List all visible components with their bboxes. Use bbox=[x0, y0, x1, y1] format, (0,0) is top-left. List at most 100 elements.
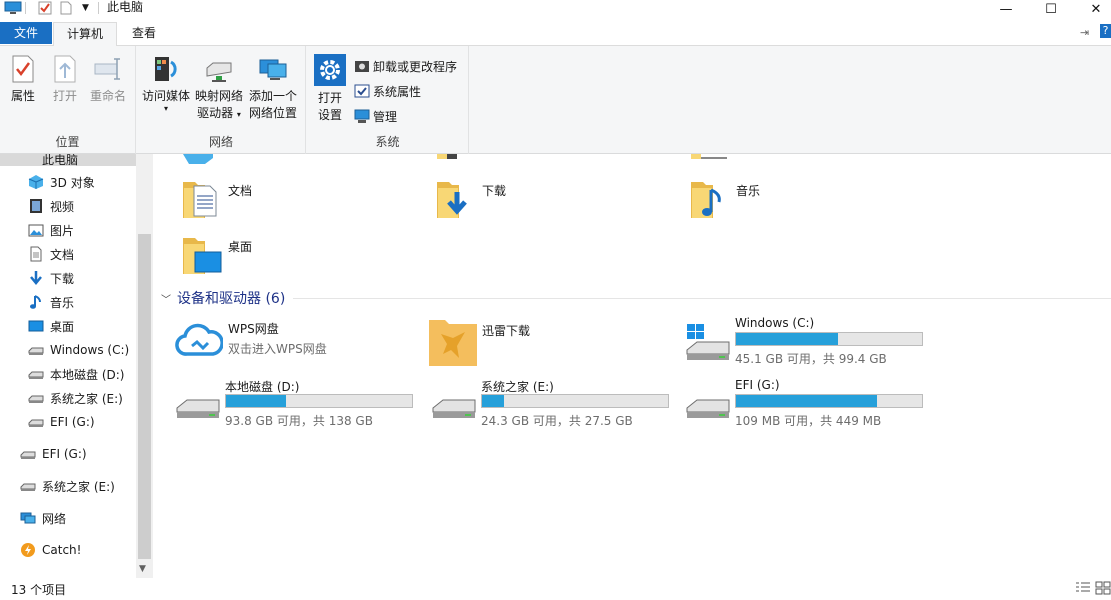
open-button[interactable]: 打开 bbox=[48, 54, 82, 105]
minimize-button[interactable]: — bbox=[986, 0, 1026, 18]
sidebar-item-label: EFI (G:) bbox=[42, 447, 87, 461]
drive-icon bbox=[28, 395, 44, 403]
system-group-label: 系统 bbox=[375, 135, 400, 149]
properties-button[interactable]: 属性 bbox=[6, 54, 40, 105]
navigation-pane: 此电脑 3D 对象 视频 图片 文档 下载 音乐 桌面 Windows (C:)… bbox=[0, 154, 153, 578]
devices-group-header[interactable]: ﹀ 设备和驱动器 (6) bbox=[161, 288, 1111, 308]
drive-usage-fill bbox=[482, 395, 504, 407]
sidebar-item-catch[interactable]: Catch! bbox=[20, 539, 81, 561]
drive-space-info: 24.3 GB 可用，共 27.5 GB bbox=[481, 414, 633, 428]
videos-folder-icon[interactable] bbox=[437, 154, 473, 160]
add-location-label-1: 添加一个 bbox=[248, 89, 297, 103]
access-media-button[interactable]: 访问媒体 ▾ bbox=[141, 54, 191, 113]
sidebar-item-label: EFI (G:) bbox=[50, 415, 95, 429]
drive-usage-bar bbox=[735, 332, 923, 346]
folder-documents[interactable]: 文档 bbox=[183, 178, 433, 228]
collapse-chevron-icon[interactable]: ﹀ bbox=[161, 291, 177, 306]
folder-downloads[interactable]: 下载 bbox=[437, 178, 687, 228]
add-network-location-button[interactable]: 添加一个 网络位置 bbox=[247, 54, 299, 122]
sidebar-item-network[interactable]: 网络 bbox=[20, 507, 66, 529]
manage-button[interactable]: 管理 bbox=[354, 106, 397, 126]
item-wps-cloud[interactable]: WPS网盘 双击进入WPS网盘 bbox=[175, 320, 425, 376]
sidebar-item-music[interactable]: 音乐 bbox=[28, 291, 74, 313]
divider bbox=[293, 297, 1111, 299]
drive-local-d[interactable]: 本地磁盘 (D:) 93.8 GB 可用，共 138 GB bbox=[175, 378, 425, 434]
system-properties-icon bbox=[354, 84, 370, 98]
drive-usage-bar bbox=[225, 394, 413, 408]
sidebar-item-xitong-e[interactable]: 系统之家 (E:) bbox=[28, 387, 123, 409]
large-icons-view-icon[interactable] bbox=[1095, 581, 1111, 595]
sidebar-item-this-pc[interactable]: 此电脑 bbox=[0, 154, 136, 166]
sidebar-item-windows-c[interactable]: Windows (C:) bbox=[28, 339, 129, 361]
sidebar-item-videos[interactable]: 视频 bbox=[28, 195, 74, 217]
3d-objects-icon bbox=[28, 175, 44, 189]
system-properties-button[interactable]: 系统属性 bbox=[354, 81, 421, 101]
sidebar-item-3d-objects[interactable]: 3D 对象 bbox=[28, 171, 95, 193]
music-icon bbox=[30, 295, 41, 309]
sidebar-item-desktop[interactable]: 桌面 bbox=[28, 315, 74, 337]
folder-music[interactable]: 音乐 bbox=[691, 178, 941, 228]
network-icon bbox=[20, 512, 36, 524]
drive-usage-fill bbox=[736, 333, 838, 345]
sidebar-item-documents[interactable]: 文档 bbox=[28, 243, 74, 265]
sidebar-item-efi-g[interactable]: EFI (G:) bbox=[28, 411, 95, 433]
sidebar-item-efi-g-root[interactable]: EFI (G:) bbox=[20, 443, 87, 465]
3d-objects-folder-icon[interactable] bbox=[183, 154, 219, 166]
status-bar: 13 个项目 bbox=[0, 578, 1111, 600]
drive-efi-g[interactable]: EFI (G:) 109 MB 可用，共 449 MB bbox=[685, 378, 935, 434]
pin-ribbon-icon[interactable]: ⇥ bbox=[1080, 26, 1089, 39]
drive-usage-bar bbox=[735, 394, 923, 408]
maximize-button[interactable]: ☐ bbox=[1031, 0, 1071, 18]
network-group-label: 网络 bbox=[208, 135, 233, 149]
folder-desktop[interactable]: 桌面 bbox=[183, 234, 433, 284]
map-network-drive-button[interactable]: 映射网络 驱动器 ▾ bbox=[193, 54, 245, 123]
open-settings-label-2: 设置 bbox=[317, 108, 342, 122]
properties-quick-icon[interactable] bbox=[38, 0, 52, 16]
open-label: 打开 bbox=[52, 89, 77, 103]
folder-name: 桌面 bbox=[228, 240, 253, 254]
folder-name: 音乐 bbox=[736, 184, 761, 198]
sidebar-item-downloads[interactable]: 下载 bbox=[28, 267, 74, 289]
tab-computer[interactable]: 计算机 bbox=[53, 22, 117, 47]
uninstall-icon bbox=[355, 61, 369, 72]
help-icon[interactable]: ? bbox=[1100, 24, 1111, 38]
scrollbar-thumb[interactable] bbox=[138, 234, 151, 559]
sidebar-item-local-disk-d[interactable]: 本地磁盘 (D:) bbox=[28, 363, 124, 385]
access-media-dropdown-icon: ▾ bbox=[163, 104, 168, 113]
sidebar-item-label: 视频 bbox=[50, 199, 75, 214]
details-view-icon[interactable] bbox=[1075, 581, 1091, 595]
access-media-label: 访问媒体 bbox=[141, 89, 190, 103]
sidebar-item-pictures[interactable]: 图片 bbox=[28, 219, 74, 241]
drive-icon bbox=[28, 419, 44, 427]
drive-icon bbox=[432, 399, 476, 418]
open-settings-label-1: 打开 bbox=[317, 91, 342, 105]
sidebar-scrollbar[interactable]: ▼ bbox=[136, 154, 153, 578]
uninstall-button[interactable]: 卸载或更改程序 bbox=[354, 56, 457, 76]
drive-xitong-e[interactable]: 系统之家 (E:) 24.3 GB 可用，共 27.5 GB bbox=[431, 378, 681, 434]
sidebar-item-label: 图片 bbox=[50, 223, 75, 238]
rename-label: 重命名 bbox=[89, 89, 126, 103]
drive-usage-fill bbox=[736, 395, 877, 407]
folder-name: 文档 bbox=[228, 184, 253, 198]
pictures-folder-icon[interactable] bbox=[691, 154, 727, 160]
drive-windows-c[interactable]: Windows (C:) 45.1 GB 可用，共 99.4 GB bbox=[685, 316, 935, 372]
rename-button[interactable]: 重命名 bbox=[88, 54, 128, 105]
ribbon-tabs: 文件 计算机 查看 ⇥ ? bbox=[0, 20, 1111, 47]
close-button[interactable]: ✕ bbox=[1076, 0, 1111, 18]
tab-view[interactable]: 查看 bbox=[118, 22, 170, 46]
item-xunlei[interactable]: 迅雷下载 bbox=[429, 318, 679, 374]
scroll-down-icon[interactable]: ▼ bbox=[139, 564, 146, 574]
map-drive-label-1: 映射网络 bbox=[194, 89, 243, 103]
new-folder-quick-icon[interactable] bbox=[60, 0, 72, 16]
videos-icon bbox=[30, 199, 42, 213]
sidebar-item-label: Windows (C:) bbox=[50, 343, 130, 357]
sidebar-item-xitong-e-root[interactable]: 系统之家 (E:) bbox=[20, 475, 115, 497]
quick-access-dropdown-icon[interactable]: ▼ bbox=[82, 0, 89, 16]
tab-file[interactable]: 文件 bbox=[0, 22, 52, 44]
item-name: 迅雷下载 bbox=[482, 324, 531, 338]
open-icon bbox=[54, 55, 76, 83]
catch-icon bbox=[21, 543, 35, 557]
open-settings-button[interactable]: 打开 设置 bbox=[313, 54, 347, 124]
separator bbox=[25, 2, 26, 14]
music-folder-icon bbox=[691, 182, 721, 218]
